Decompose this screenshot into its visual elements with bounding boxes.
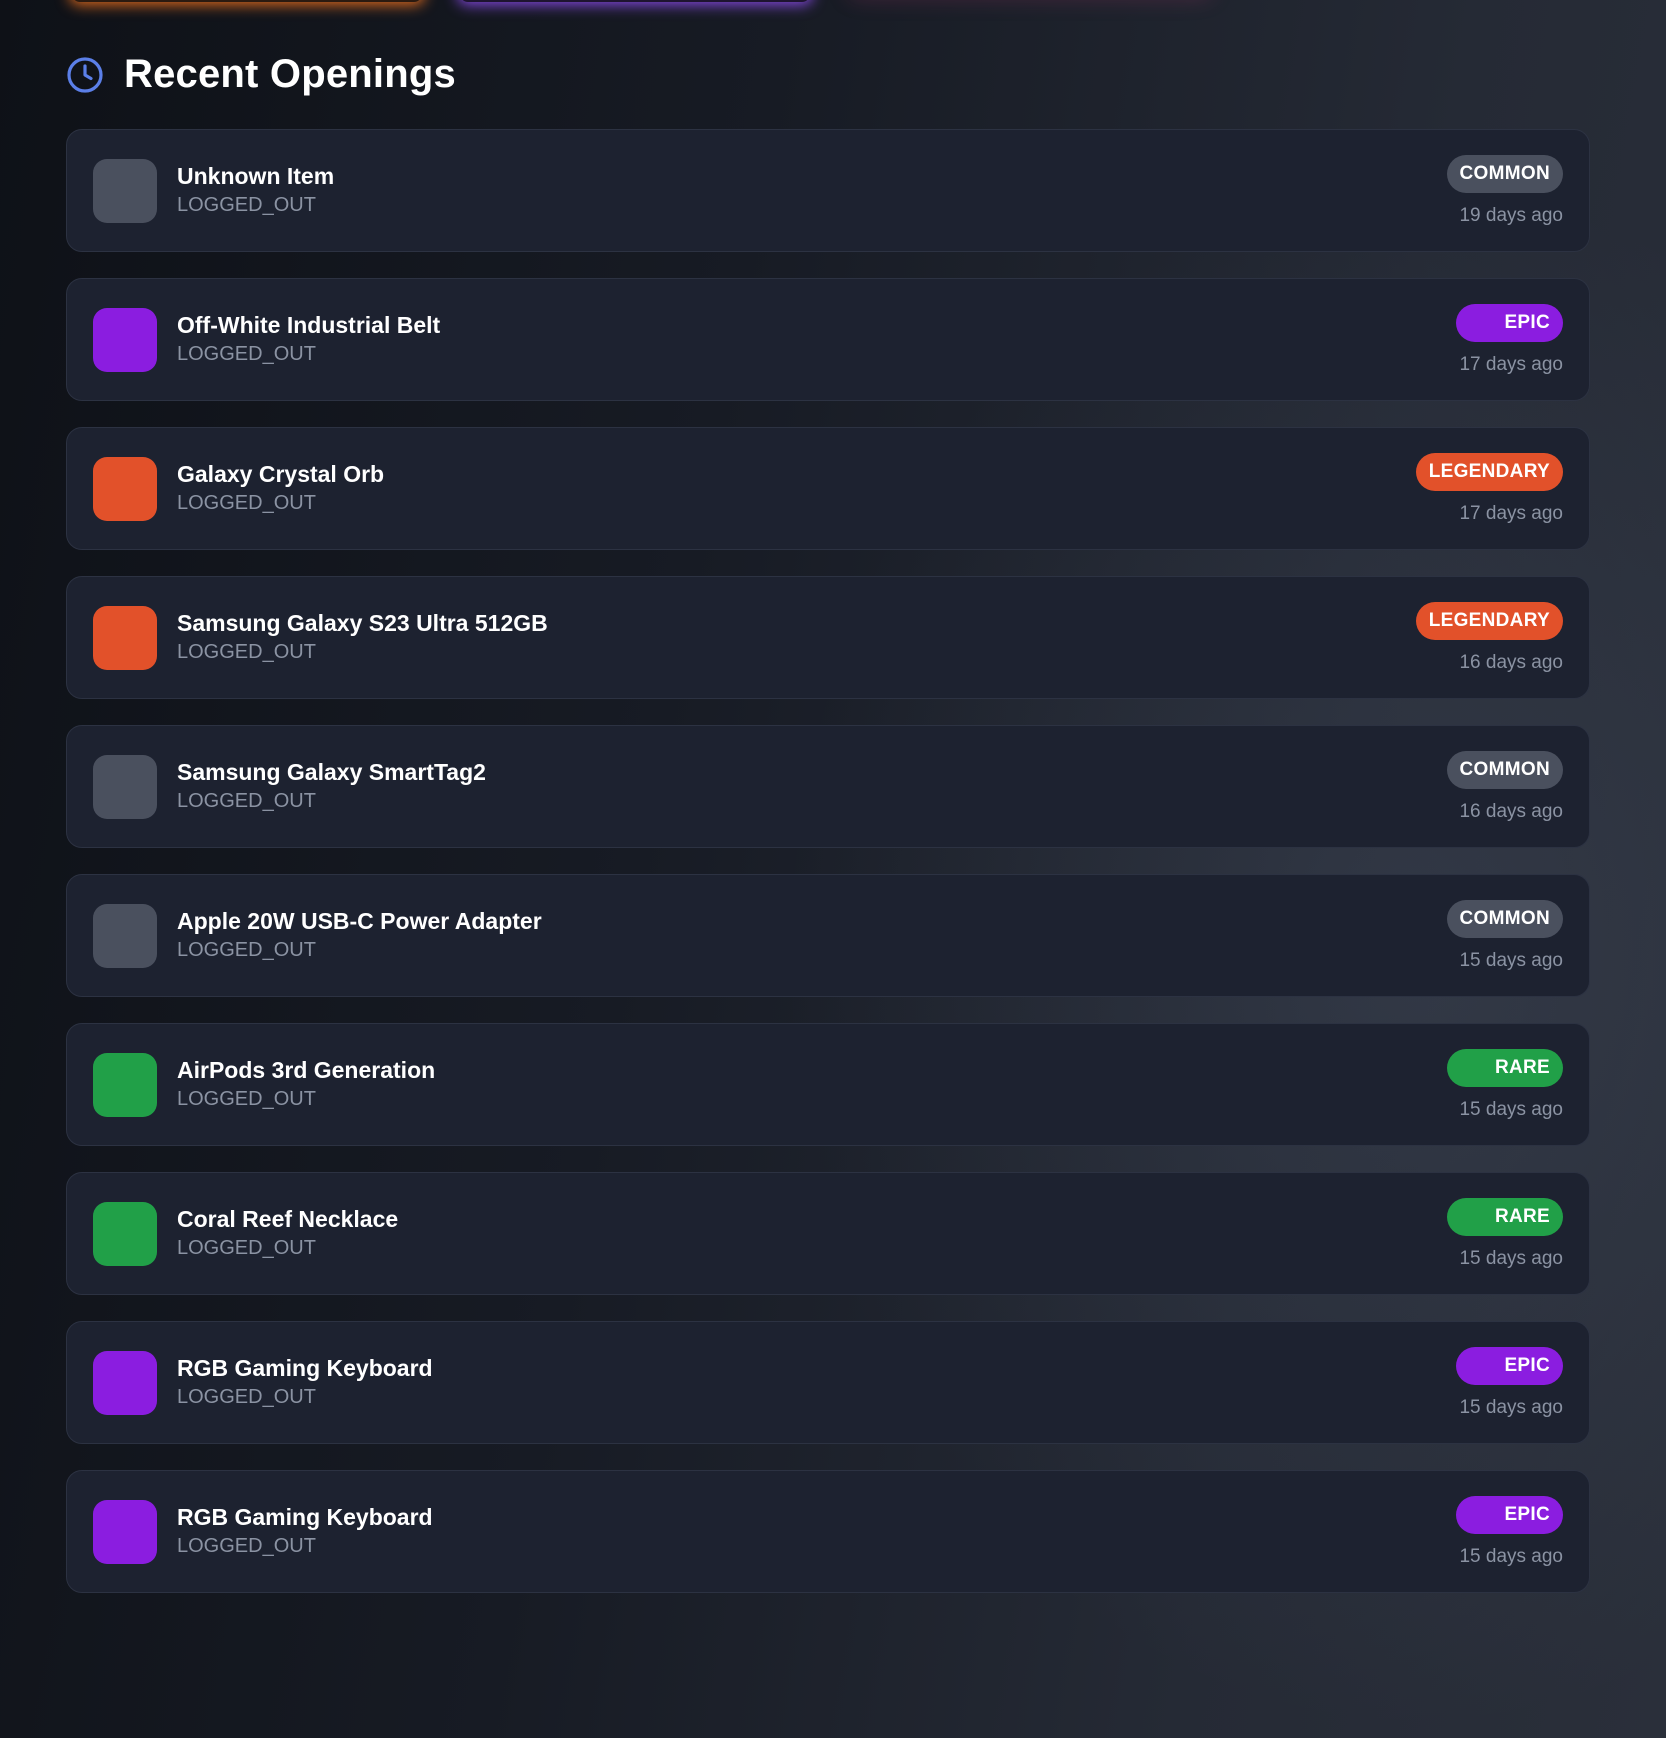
rarity-badge: LEGENDARY <box>1415 601 1563 640</box>
item-user: LOGGED_OUT <box>177 1237 316 1259</box>
item-thumbnail <box>93 307 157 372</box>
item-info: Off-White Industrial Belt LOGGED_OUT <box>177 311 1456 368</box>
section-header: Recent Openings <box>66 52 1590 97</box>
item-name: Coral Reef Necklace <box>177 1206 399 1232</box>
item-meta: COMMON 16 days ago <box>1446 750 1563 823</box>
rarity-badge: EPIC <box>1456 303 1563 342</box>
item-thumbnail <box>93 1350 157 1415</box>
item-thumbnail <box>93 605 157 670</box>
time-ago: 15 days ago <box>1459 1545 1563 1567</box>
rarity-badge: RARE <box>1446 1048 1563 1087</box>
item-name: Samsung Galaxy S23 Ultra 512GB <box>177 610 548 636</box>
opening-card[interactable]: RGB Gaming Keyboard LOGGED_OUT EPIC 15 d… <box>66 1470 1590 1593</box>
item-thumbnail <box>93 1499 157 1564</box>
item-name: AirPods 3rd Generation <box>177 1057 436 1083</box>
item-info: Coral Reef Necklace LOGGED_OUT <box>177 1205 1447 1262</box>
recent-openings-section: Recent Openings Unknown Item LOGGED_OUT … <box>66 52 1590 1593</box>
item-thumbnail <box>93 903 157 968</box>
item-info: AirPods 3rd Generation LOGGED_OUT <box>177 1056 1447 1113</box>
item-meta: LEGENDARY 16 days ago <box>1415 601 1563 674</box>
item-user: LOGGED_OUT <box>177 1386 316 1408</box>
item-info: RGB Gaming Keyboard LOGGED_OUT <box>177 1503 1456 1560</box>
item-meta: EPIC 15 days ago <box>1456 1495 1563 1568</box>
item-meta: COMMON 19 days ago <box>1446 154 1563 227</box>
item-user: LOGGED_OUT <box>177 939 316 961</box>
opening-card[interactable]: RGB Gaming Keyboard LOGGED_OUT EPIC 15 d… <box>66 1321 1590 1444</box>
item-user: LOGGED_OUT <box>177 492 316 514</box>
time-ago: 15 days ago <box>1459 1098 1563 1120</box>
clock-icon <box>66 56 104 94</box>
item-name: Apple 20W USB-C Power Adapter <box>177 908 542 934</box>
opening-card[interactable]: Apple 20W USB-C Power Adapter LOGGED_OUT… <box>66 874 1590 997</box>
item-meta: RARE 15 days ago <box>1446 1197 1563 1270</box>
item-meta: RARE 15 days ago <box>1446 1048 1563 1121</box>
time-ago: 16 days ago <box>1459 800 1563 822</box>
time-ago: 15 days ago <box>1459 1396 1563 1418</box>
opening-card[interactable]: Off-White Industrial Belt LOGGED_OUT EPI… <box>66 278 1590 401</box>
rarity-badge: COMMON <box>1446 899 1563 938</box>
item-info: Samsung Galaxy SmartTag2 LOGGED_OUT <box>177 758 1447 815</box>
item-info: Unknown Item LOGGED_OUT <box>177 162 1447 219</box>
item-thumbnail <box>93 1201 157 1266</box>
time-ago: 16 days ago <box>1459 651 1563 673</box>
item-name: Off-White Industrial Belt <box>177 312 441 338</box>
section-title: Recent Openings <box>124 52 456 96</box>
time-ago: 19 days ago <box>1459 204 1563 226</box>
item-name: Unknown Item <box>177 163 335 189</box>
item-info: Galaxy Crystal Orb LOGGED_OUT <box>177 460 1416 517</box>
top-card-glow-purple <box>460 0 810 2</box>
rarity-badge: COMMON <box>1446 154 1563 193</box>
openings-list: Unknown Item LOGGED_OUT COMMON 19 days a… <box>66 129 1590 1593</box>
rarity-badge: RARE <box>1446 1197 1563 1236</box>
item-user: LOGGED_OUT <box>177 343 316 365</box>
item-meta: LEGENDARY 17 days ago <box>1415 452 1563 525</box>
item-thumbnail <box>93 1052 157 1117</box>
item-info: RGB Gaming Keyboard LOGGED_OUT <box>177 1354 1456 1411</box>
item-user: LOGGED_OUT <box>177 1088 316 1110</box>
item-name: Samsung Galaxy SmartTag2 <box>177 759 486 785</box>
rarity-badge: EPIC <box>1456 1346 1563 1385</box>
opening-card[interactable]: Coral Reef Necklace LOGGED_OUT RARE 15 d… <box>66 1172 1590 1295</box>
item-user: LOGGED_OUT <box>177 641 316 663</box>
time-ago: 15 days ago <box>1459 949 1563 971</box>
item-thumbnail <box>93 754 157 819</box>
item-info: Apple 20W USB-C Power Adapter LOGGED_OUT <box>177 907 1447 964</box>
item-thumbnail <box>93 456 157 521</box>
item-meta: EPIC 15 days ago <box>1456 1346 1563 1419</box>
item-user: LOGGED_OUT <box>177 1535 316 1557</box>
item-name: Galaxy Crystal Orb <box>177 461 385 487</box>
rarity-badge: LEGENDARY <box>1415 452 1563 491</box>
item-thumbnail <box>93 158 157 223</box>
opening-card[interactable]: Samsung Galaxy S23 Ultra 512GB LOGGED_OU… <box>66 576 1590 699</box>
top-card-glow-orange <box>72 0 422 2</box>
opening-card[interactable]: Unknown Item LOGGED_OUT COMMON 19 days a… <box>66 129 1590 252</box>
item-name: RGB Gaming Keyboard <box>177 1355 433 1381</box>
opening-card[interactable]: Galaxy Crystal Orb LOGGED_OUT LEGENDARY … <box>66 427 1590 550</box>
rarity-badge: EPIC <box>1456 1495 1563 1534</box>
opening-card[interactable]: Samsung Galaxy SmartTag2 LOGGED_OUT COMM… <box>66 725 1590 848</box>
item-meta: COMMON 15 days ago <box>1446 899 1563 972</box>
opening-card[interactable]: AirPods 3rd Generation LOGGED_OUT RARE 1… <box>66 1023 1590 1146</box>
item-name: RGB Gaming Keyboard <box>177 1504 433 1530</box>
item-info: Samsung Galaxy S23 Ultra 512GB LOGGED_OU… <box>177 609 1416 666</box>
item-meta: EPIC 17 days ago <box>1456 303 1563 376</box>
item-user: LOGGED_OUT <box>177 790 316 812</box>
time-ago: 17 days ago <box>1459 502 1563 524</box>
rarity-badge: COMMON <box>1446 750 1563 789</box>
item-user: LOGGED_OUT <box>177 194 316 216</box>
time-ago: 15 days ago <box>1459 1247 1563 1269</box>
time-ago: 17 days ago <box>1459 353 1563 375</box>
